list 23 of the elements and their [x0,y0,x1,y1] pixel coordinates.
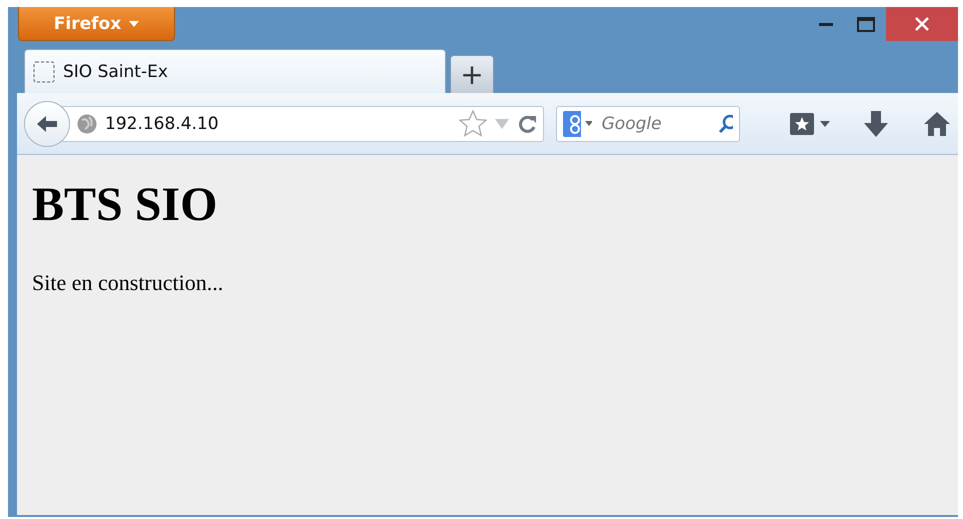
search-field[interactable]: Google [596,114,714,134]
page-heading: BTS SIO [32,177,218,232]
close-icon [915,17,929,31]
search-bar[interactable]: Google [556,106,740,142]
back-button[interactable] [24,100,70,146]
caret-icon [820,120,830,126]
back-arrow-icon [35,114,59,134]
page-paragraph: Site en construction... [32,270,224,296]
star-icon[interactable] [459,110,487,137]
caret-icon [129,20,140,26]
address-field[interactable]: 192.168.4.10 [105,114,451,134]
page-icon [33,60,55,82]
address-bar[interactable]: 192.168.4.10 [62,106,544,142]
globe-icon [77,114,97,134]
reload-icon[interactable] [517,114,537,134]
caret-icon [585,121,592,126]
close-button[interactable] [886,7,958,41]
search-icon[interactable] [718,114,734,134]
minimize-icon [819,22,833,26]
search-engine-icon[interactable] [563,110,582,136]
new-tab-button[interactable]: + [450,55,494,93]
browser-tab[interactable]: SIO Saint-Ex [24,49,446,93]
maximize-icon [857,16,875,32]
